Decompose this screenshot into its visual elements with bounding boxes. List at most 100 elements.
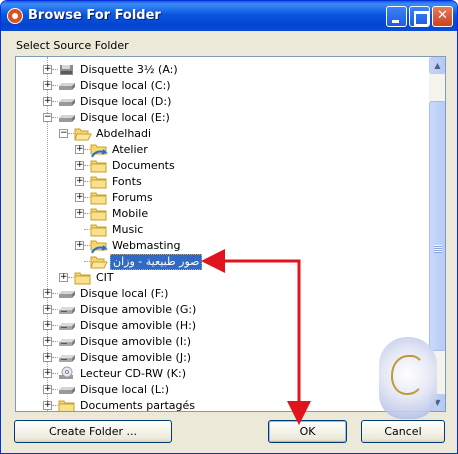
grip-icon	[434, 245, 442, 253]
expand-icon[interactable]	[43, 385, 52, 394]
expand-icon[interactable]	[75, 177, 84, 186]
tree-item-label: Music	[112, 223, 144, 236]
tree-item[interactable]: Lecteur CD-RW (K:)	[43, 366, 423, 382]
tree-item-label: Disque local (C:)	[80, 79, 171, 92]
expand-icon[interactable]	[43, 321, 52, 330]
tree-item[interactable]: Fonts	[75, 174, 429, 190]
expand-icon[interactable]	[43, 97, 52, 106]
removable-drive-icon	[58, 302, 76, 318]
tree-item-label: Fonts	[112, 175, 142, 188]
tree-item[interactable]: Disquette 3½ (A:)	[43, 62, 423, 78]
tree-item-label: Documents	[112, 159, 175, 172]
tree-item[interactable]: Forums	[75, 190, 429, 206]
tree-item[interactable]: Disque local (E:)	[43, 110, 423, 126]
scroll-thumb[interactable]	[429, 101, 445, 351]
expand-icon[interactable]	[75, 161, 84, 170]
expand-icon[interactable]	[43, 305, 52, 314]
create-folder-button[interactable]: Create Folder ...	[14, 420, 172, 443]
tree-item-label: Disque amovible (I:)	[80, 335, 192, 348]
tree-item[interactable]: Disque amovible (J:)	[43, 350, 423, 366]
tree-item-label: Disque amovible (H:)	[80, 319, 197, 332]
tree-item-label: Disque local (L:)	[80, 383, 170, 396]
close-button[interactable]: ✕	[432, 6, 453, 27]
tree-item[interactable]: Disque amovible (G:)	[43, 302, 423, 318]
folder-icon	[74, 270, 92, 286]
scroll-up-button[interactable]: ▲	[429, 57, 445, 74]
chevron-up-icon: ▲	[434, 61, 441, 70]
tree-item-label: Atelier	[112, 143, 148, 156]
removable-drive-icon	[58, 334, 76, 350]
folder-icon	[90, 222, 108, 238]
window-title: Browse For Folder	[28, 8, 161, 23]
collapse-icon[interactable]	[59, 129, 68, 138]
logo-swirl	[391, 355, 425, 395]
folder-tree-viewport: Disquette 3½ (A:) Disque local (C:) Disque…	[16, 57, 429, 411]
tree-item[interactable]: Disque local (L:)	[43, 382, 423, 398]
tree-item-label: Disque local (F:)	[80, 287, 169, 300]
cd-drive-icon	[58, 366, 76, 382]
tree-item[interactable]: Disque amovible (I:)	[43, 334, 423, 350]
tree-item[interactable]: CIT	[59, 270, 429, 286]
expand-icon[interactable]	[75, 241, 84, 250]
hard-drive-icon	[58, 382, 76, 398]
collapse-icon[interactable]	[43, 113, 52, 122]
tree-item[interactable]: Abdelhadi	[59, 126, 429, 142]
expand-icon[interactable]	[59, 273, 68, 282]
tree-item[interactable]: Webmasting	[75, 238, 429, 254]
tree-item[interactable]: Music	[75, 222, 429, 238]
tree-item-label: Forums	[112, 191, 153, 204]
expand-icon[interactable]	[43, 289, 52, 298]
app-icon	[7, 8, 23, 24]
floppy-drive-icon	[58, 62, 76, 78]
dialog-prompt: Select Source Folder	[16, 39, 129, 52]
tree-item-label: صور طبيعية - وزان	[110, 254, 203, 270]
tree-item-label: Lecteur CD-RW (K:)	[80, 367, 187, 380]
tree-item-label: Disque amovible (G:)	[80, 303, 197, 316]
tree-item-label: Disque local (E:)	[80, 111, 170, 124]
tree-item-label: Disque amovible (J:)	[80, 351, 192, 364]
tree-item[interactable]: Mobile	[75, 206, 429, 222]
hard-drive-icon	[58, 110, 76, 126]
tree-item[interactable]: Disque local (D:)	[43, 94, 423, 110]
expand-icon[interactable]	[75, 193, 84, 202]
folder-icon	[90, 206, 108, 222]
expand-icon[interactable]	[43, 401, 52, 410]
shared-folder-icon	[90, 142, 109, 158]
hard-drive-icon	[58, 286, 76, 302]
tree-item[interactable]: Disque amovible (H:)	[43, 318, 423, 334]
expand-icon[interactable]	[43, 65, 52, 74]
tree-item[interactable]: Documents	[75, 158, 429, 174]
tree-item[interactable]: Documents partagés	[43, 398, 423, 411]
folder-icon	[90, 158, 108, 174]
folder-open-icon	[74, 126, 92, 142]
tree-item-label: Mobile	[112, 207, 149, 220]
expand-icon[interactable]	[43, 337, 52, 346]
tree-item-label: Disque local (D:)	[80, 95, 172, 108]
tree-item[interactable]: Atelier	[75, 142, 429, 158]
tree-item-selected[interactable]: صور طبيعية - وزان	[75, 254, 429, 270]
expand-icon[interactable]	[75, 145, 84, 154]
tree-item[interactable]: Disque local (F:)	[43, 286, 423, 302]
minimize-button[interactable]	[386, 6, 407, 27]
expand-icon[interactable]	[75, 209, 84, 218]
folder-icon	[90, 174, 108, 190]
hard-drive-icon	[58, 78, 76, 94]
removable-drive-icon	[58, 350, 76, 366]
cancel-button[interactable]: Cancel	[361, 420, 445, 443]
folder-icon	[90, 190, 108, 206]
expand-icon[interactable]	[43, 81, 52, 90]
expand-icon[interactable]	[43, 353, 52, 362]
title-bar[interactable]: Browse For Folder ✕	[1, 1, 457, 31]
ok-button[interactable]: OK	[268, 420, 347, 443]
watermark-logo	[379, 337, 437, 419]
maximize-button[interactable]	[409, 6, 430, 27]
tree-item-label: Webmasting	[112, 239, 181, 252]
close-icon: ✕	[437, 8, 448, 23]
hard-drive-icon	[58, 94, 76, 110]
tree-item[interactable]: Disque local (C:)	[43, 78, 423, 94]
removable-drive-icon	[58, 318, 76, 334]
tree-item-label: CIT	[96, 271, 114, 284]
expand-icon[interactable]	[43, 369, 52, 378]
folder-icon	[58, 398, 76, 411]
tree-item-label: Documents partagés	[80, 399, 195, 411]
